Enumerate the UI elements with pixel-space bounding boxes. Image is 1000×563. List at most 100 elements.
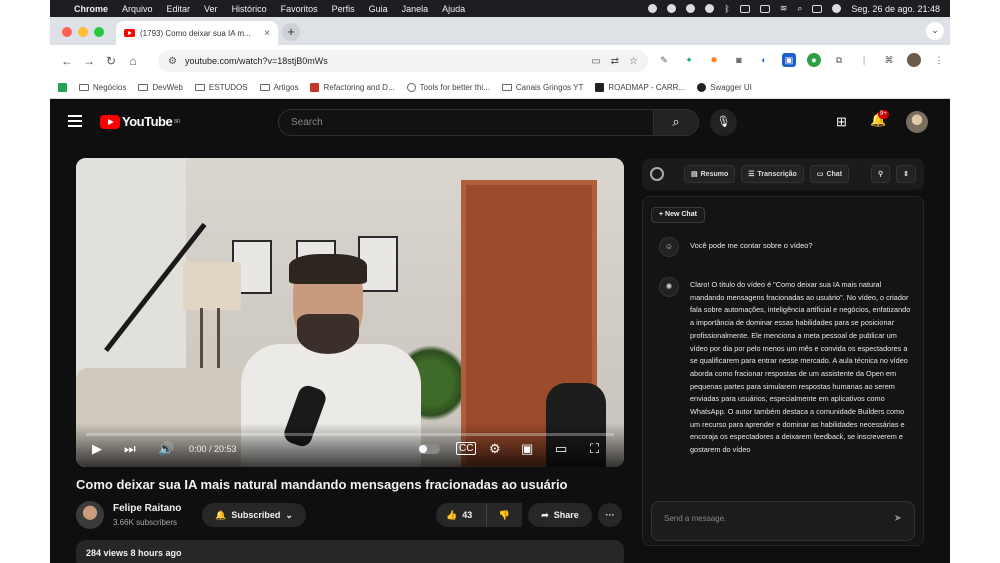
url-text[interactable]: youtube.com/watch?v=18stjB0mWs [185, 56, 581, 66]
menu-historico[interactable]: Histórico [232, 4, 267, 14]
theater-mode-icon[interactable]: ▭ [555, 442, 567, 456]
status-icon[interactable] [705, 4, 715, 13]
captions-icon[interactable]: CC [456, 442, 477, 455]
browser-tab[interactable]: (1793) Como deixar sua IA m... × [116, 21, 278, 45]
bookmark-folder[interactable]: Artigos [259, 83, 298, 92]
notifications-button[interactable]: 🔔 9+ [870, 110, 889, 128]
search-icon[interactable]: ⌕ [797, 3, 802, 14]
blue-extension-icon[interactable]: ◐ [757, 53, 771, 67]
bookmark-link[interactable]: Tools for better thi... [406, 83, 490, 92]
send-icon[interactable]: ➤ [894, 513, 902, 524]
robot-extension-icon[interactable]: ● [807, 53, 821, 67]
settings-gear-icon[interactable]: ⚙ [489, 442, 501, 456]
tab-resumo[interactable]: ▤ Resumo [684, 165, 736, 183]
reload-icon[interactable]: ↻ [100, 54, 122, 68]
new-tab-button[interactable]: + [282, 23, 300, 41]
search-input[interactable]: Search [278, 109, 654, 136]
home-icon[interactable]: ⌂ [122, 54, 144, 68]
voice-search-button[interactable]: 🎙 [710, 109, 737, 136]
pen-extension-icon[interactable]: ✎ [657, 53, 671, 67]
profile-avatar[interactable] [907, 53, 921, 67]
control-center-icon[interactable] [812, 4, 823, 13]
menu-janela[interactable]: Janela [402, 4, 429, 14]
bookmark-folder[interactable]: DevWeb [138, 83, 183, 92]
close-window-button[interactable] [62, 27, 72, 37]
tab-search-button[interactable]: ⌄ [926, 22, 944, 40]
bookmark-folder[interactable]: Negócios [79, 83, 126, 92]
create-video-icon[interactable]: ⊞ [836, 114, 847, 130]
subscribed-button[interactable]: 🔔 Subscribed ⌄ [202, 503, 306, 527]
cast-icon[interactable]: ▭ [591, 56, 600, 67]
share-button[interactable]: ➦ Share [528, 503, 592, 527]
forward-icon[interactable]: → [78, 54, 100, 68]
site-favicon-icon [310, 83, 320, 92]
video-player[interactable]: ▶ ⏭ 🔊 0:00 / 20:53 CC ⚙ ▣ ▭ ⛶ [76, 158, 624, 467]
menu-arquivo[interactable]: Arquivo [122, 4, 153, 14]
zoom-window-button[interactable] [94, 27, 104, 37]
account-avatar[interactable] [906, 111, 928, 133]
volume-icon[interactable]: 🔊 [158, 442, 174, 456]
menu-editar[interactable]: Editar [167, 4, 191, 14]
new-chat-button[interactable]: + New Chat [651, 207, 705, 223]
play-icon[interactable]: ▶ [92, 442, 102, 456]
sidebar-extension-icon[interactable]: ⌘ [882, 53, 896, 67]
tab-close-icon[interactable]: × [264, 28, 270, 39]
channel-name[interactable]: Felipe Raitano [113, 503, 181, 514]
user-icon[interactable] [832, 4, 842, 13]
minimize-window-button[interactable] [78, 27, 88, 37]
bookmark-link[interactable]: ROADMAP - CARR... [595, 83, 685, 92]
bookmark-folder[interactable]: Canais Gringos YT [501, 83, 583, 92]
orange-extension-icon[interactable]: ✸ [707, 53, 721, 67]
apps-grid-icon [58, 83, 67, 92]
tab-chat[interactable]: ▭ Chat [809, 165, 850, 183]
bluetooth-icon[interactable]: ᛒ [724, 4, 729, 14]
bookmark-link[interactable]: Refactoring and D... [310, 83, 395, 92]
green-extension-icon[interactable]: ✦ [682, 53, 696, 67]
bookmark-star-icon[interactable]: ☆ [629, 56, 638, 67]
bell-icon: 🔔 [215, 509, 227, 520]
status-icon[interactable] [648, 4, 658, 13]
chat-input[interactable]: Send a message. ➤ [651, 501, 915, 541]
tab-transcricao[interactable]: ☰ Transcrição [741, 165, 804, 183]
miniplayer-icon[interactable]: ▣ [521, 442, 533, 456]
assistant-message: Claro! O título do vídeo é "Como deixar … [690, 280, 911, 455]
bookmark-folder[interactable]: ESTUDOS [194, 83, 248, 92]
menubar-app-name[interactable]: Chrome [74, 4, 108, 14]
site-info-icon[interactable]: ⚙ [168, 56, 177, 67]
hamburger-menu-icon[interactable] [68, 115, 82, 130]
menu-perfis[interactable]: Perfis [332, 4, 355, 14]
openai-logo-icon[interactable] [650, 167, 664, 181]
translate-icon[interactable]: ⇄ [611, 56, 619, 67]
status-icon[interactable] [667, 4, 677, 13]
fullscreen-icon[interactable]: ⛶ [590, 442, 599, 456]
display-icon[interactable] [739, 4, 750, 13]
back-icon[interactable]: ← [56, 54, 78, 68]
menu-ver[interactable]: Ver [204, 4, 218, 14]
time-display: 0:00 / 20:53 [189, 444, 237, 454]
menu-favoritos[interactable]: Favoritos [281, 4, 318, 14]
menu-guia[interactable]: Guia [369, 4, 388, 14]
link-icon[interactable]: ⚲ [870, 165, 891, 183]
autoplay-toggle[interactable] [418, 444, 440, 454]
blue-square-extension-icon[interactable]: ▣ [782, 53, 796, 67]
youtube-logo[interactable]: YouTube BR [100, 114, 181, 129]
expand-icon[interactable]: ⇕ [896, 165, 916, 183]
progress-bar[interactable] [86, 433, 614, 436]
menu-ajuda[interactable]: Ajuda [442, 4, 465, 14]
kebab-menu-icon[interactable]: ⋮ [932, 53, 946, 67]
status-icon[interactable] [686, 4, 696, 13]
search-button[interactable]: ⌕ [653, 109, 699, 136]
address-bar[interactable]: ⚙ youtube.com/watch?v=18stjB0mWs ▭ ⇄ ☆ [158, 50, 648, 72]
more-actions-button[interactable]: ··· [598, 503, 622, 527]
menubar-datetime[interactable]: Seg. 26 de ago. 21:48 [851, 4, 940, 14]
camera-extension-icon[interactable]: ◙ [732, 53, 746, 67]
next-icon[interactable]: ⏭ [124, 442, 136, 456]
channel-avatar[interactable] [76, 501, 104, 529]
bookmark-link[interactable]: Swagger UI [697, 83, 752, 92]
description-box[interactable]: 284 views 8 hours ago [76, 540, 624, 563]
battery-icon[interactable] [759, 4, 770, 13]
wifi-icon[interactable]: ≋ [780, 3, 788, 14]
bookmark-apps[interactable] [58, 83, 67, 92]
dislike-button[interactable]: 👎 [486, 503, 522, 527]
puzzle-extensions-icon[interactable]: ⧉ [832, 53, 846, 67]
